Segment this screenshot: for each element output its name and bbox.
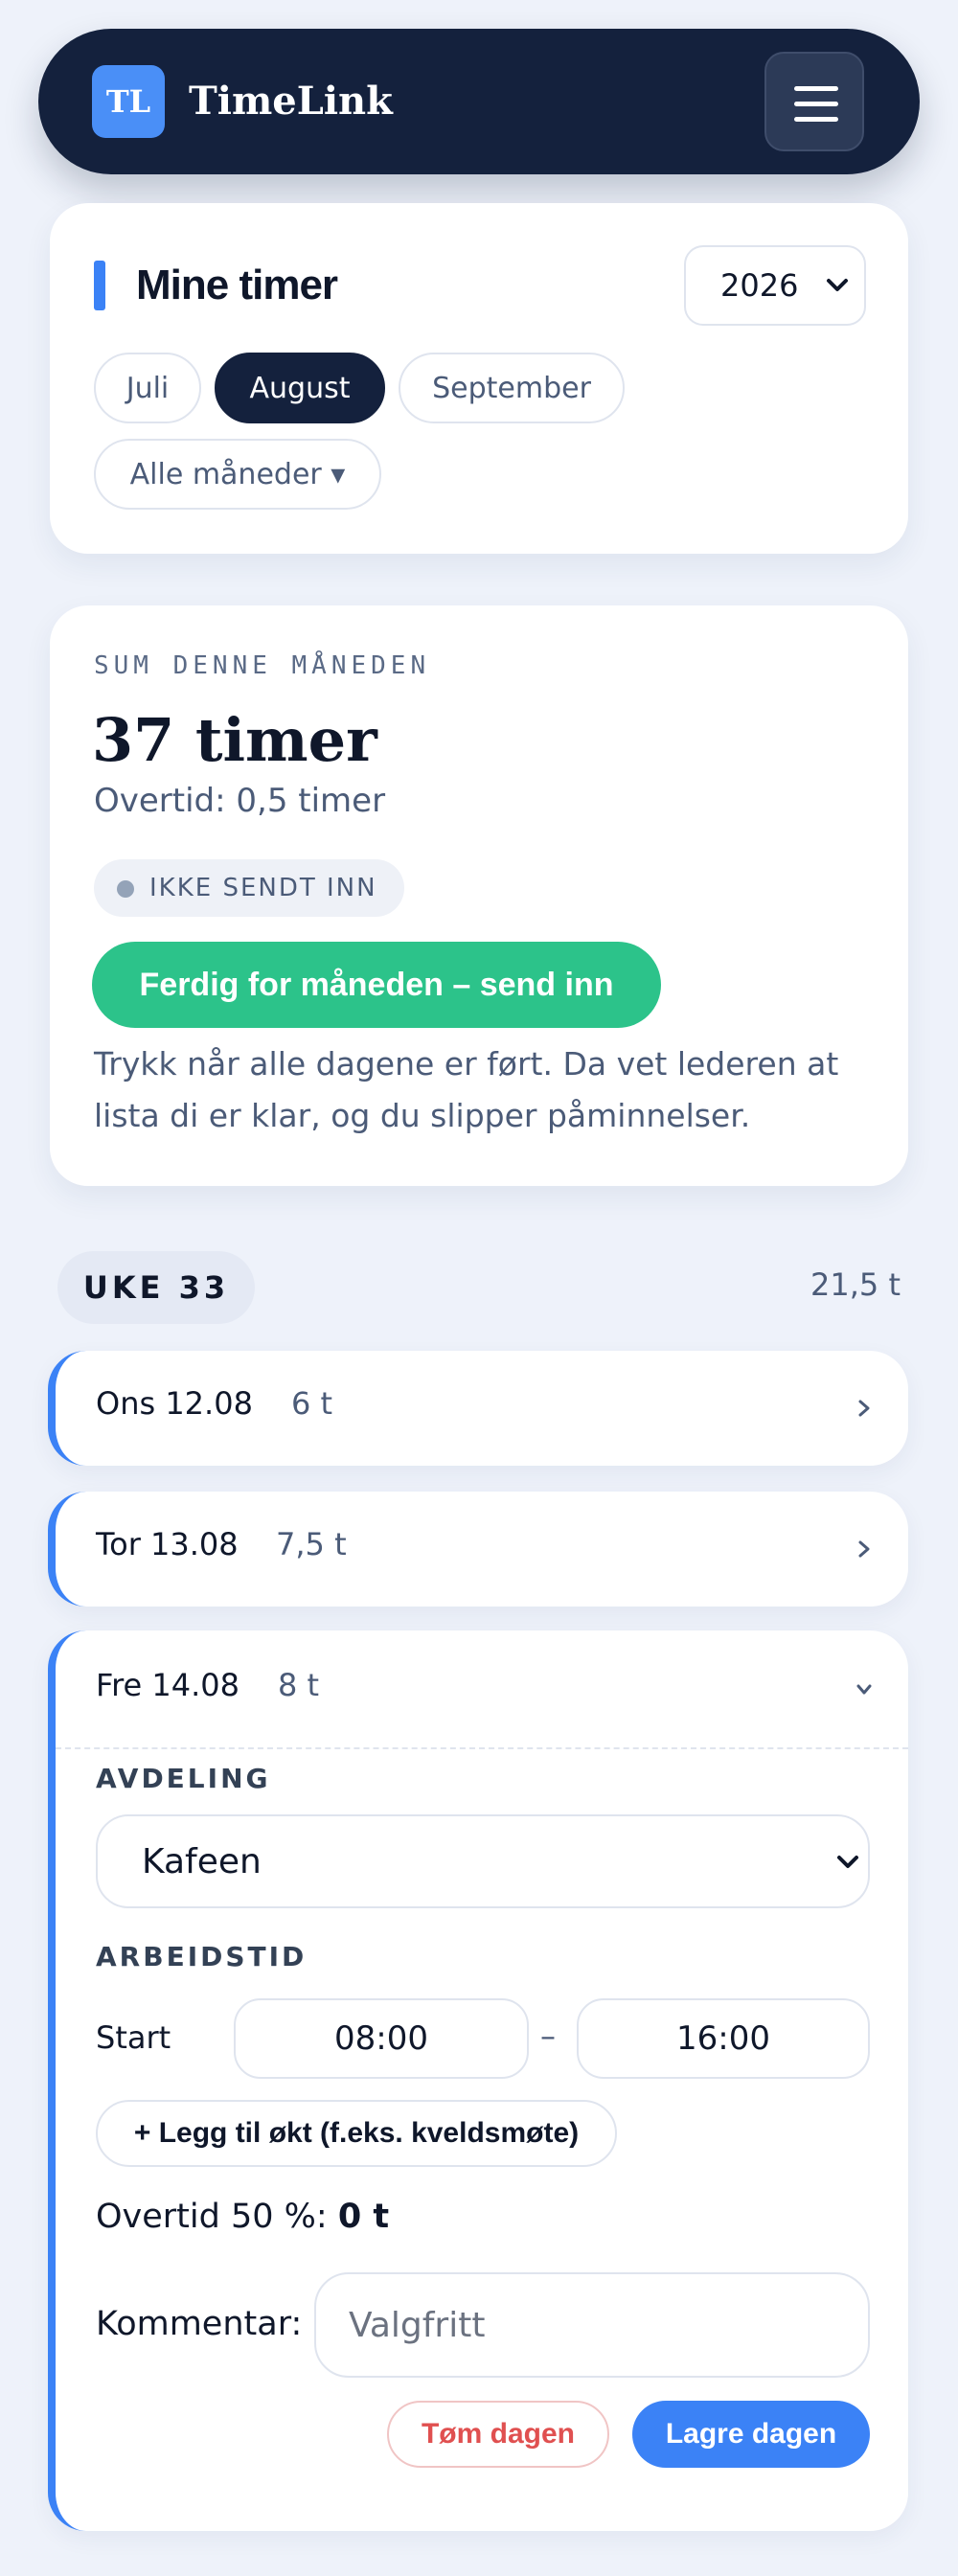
all-months-dropdown[interactable]: Alle måneder ▾ (94, 439, 381, 510)
overtime-label: Overtid 50 %: (96, 2198, 328, 2236)
chevron-down-icon (827, 279, 848, 291)
submit-month-button[interactable]: Ferdig for måneden – send inn (92, 942, 661, 1028)
end-time-input[interactable]: 16:00 (577, 1998, 870, 2079)
day-divider (56, 1747, 908, 1749)
chevron-right-icon (858, 1400, 870, 1417)
chevron-down-icon[interactable] (855, 1678, 874, 1701)
worktime-label: ARBEIDSTID (96, 1941, 308, 1972)
month-pill-juli[interactable]: Juli (94, 353, 201, 423)
department-label: AVDELING (96, 1763, 271, 1794)
day-hours: 7,5 t (276, 1526, 347, 1562)
day-hours: 6 t (291, 1385, 333, 1422)
year-value: 2026 (720, 267, 799, 304)
status-badge: IKKE SENDT INN (94, 859, 404, 917)
day-name[interactable]: Fre 14.08 (96, 1667, 240, 1703)
title-accent (94, 261, 105, 310)
day-row-ons[interactable]: Ons 12.08 6 t (48, 1351, 908, 1466)
day-row-tor[interactable]: Tor 13.08 7,5 t (48, 1492, 908, 1607)
overtime-value: 0 t (337, 2198, 390, 2236)
status-dot-icon (117, 880, 134, 898)
submit-help-text: Trykk når alle dagene er ført. Da vet le… (94, 1045, 839, 1134)
status-text: IKKE SENDT INN (149, 874, 377, 902)
start-time-input[interactable]: 08:00 (234, 1998, 529, 2079)
brand-name: TimeLink (189, 79, 393, 124)
summary-caption: SUM DENNE MÅNEDEN (94, 651, 431, 680)
month-overtime: Overtid: 0,5 timer (94, 782, 386, 820)
month-pill-august[interactable]: August (215, 353, 385, 423)
week-label: UKE 33 (57, 1251, 255, 1324)
overtime-row: Overtid 50 %: 0 t (96, 2198, 389, 2236)
start-label: Start (96, 2019, 171, 2056)
comment-input[interactable] (314, 2272, 870, 2378)
year-select[interactable]: 2026 (684, 245, 866, 326)
chevron-right-icon (858, 1540, 870, 1558)
hamburger-icon (794, 86, 838, 91)
day-row-fre-expanded: Fre 14.08 8 t AVDELING Kafeen ARBEIDSTID… (48, 1630, 908, 2531)
day-name: Tor 13.08 (96, 1526, 239, 1562)
department-value: Kafeen (142, 1841, 262, 1881)
save-day-button[interactable]: Lagre dagen (632, 2401, 870, 2468)
logo: TL (92, 65, 165, 138)
clear-day-button[interactable]: Tøm dagen (387, 2401, 609, 2468)
month-summary-card: SUM DENNE MÅNEDEN 37 timer Overtid: 0,5 … (50, 605, 908, 1186)
comment-label: Kommentar: (96, 2305, 303, 2343)
app-header: TL TimeLink (38, 29, 920, 174)
time-separator: – (540, 2017, 556, 2054)
page-title: Mine timer (136, 262, 338, 308)
chevron-down-icon (837, 1856, 858, 1868)
department-select[interactable]: Kafeen (96, 1814, 870, 1908)
month-pill-september[interactable]: September (399, 353, 625, 423)
month-total: 37 timer (92, 705, 377, 775)
add-session-button[interactable]: + Legg til økt (f.eks. kveldsmøte) (96, 2100, 617, 2167)
menu-button[interactable] (764, 52, 864, 151)
hours-card: Mine timer 2026 Juli August September Al… (50, 203, 908, 554)
day-hours: 8 t (278, 1667, 320, 1703)
week-total: 21,5 t (810, 1266, 901, 1303)
day-name: Ons 12.08 (96, 1385, 253, 1422)
